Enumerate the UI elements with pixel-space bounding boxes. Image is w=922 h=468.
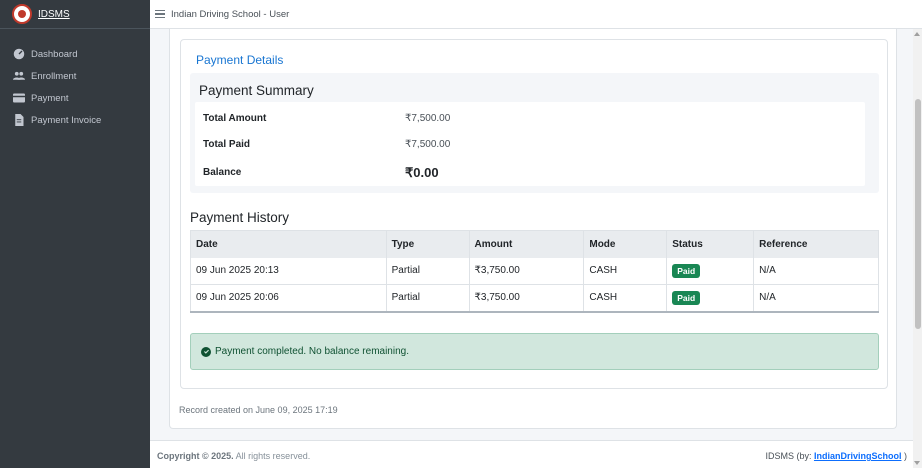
payment-history-table: Date Type Amount Mode Status Reference 0… (190, 230, 879, 313)
sidebar-item-label: Dashboard (31, 48, 78, 60)
sidebar-item-label: Enrollment (31, 70, 77, 82)
copyright: Copyright © 2025. All rights reserved. (157, 451, 310, 461)
cell-mode: CASH (583, 257, 668, 285)
main-card: Payment Details Payment Summary Total Am… (169, 29, 897, 429)
cell-type: Partial (386, 284, 470, 313)
summary-row-total-paid: Total Paid ₹7,500.00 (195, 131, 865, 157)
sidebar-nav: Dashboard Enrollment Payment Payment Inv… (0, 43, 150, 131)
column-header: Reference (753, 230, 879, 258)
alert-text: Payment completed. No balance remaining. (215, 346, 409, 357)
column-header: Type (386, 230, 470, 258)
summary-label: Balance (203, 167, 242, 178)
table-header-row: Date Type Amount Mode Status Reference (190, 230, 879, 258)
sidebar-item-payment[interactable]: Payment (0, 87, 150, 109)
summary-value: ₹7,500.00 (405, 139, 451, 150)
summary-title: Payment Summary (199, 83, 314, 98)
credit-link[interactable]: IndianDrivingSchool (814, 451, 902, 461)
credit-prefix: IDSMS (by: (765, 451, 812, 461)
payment-details-link[interactable]: Payment Details (196, 53, 283, 67)
summary-row-total-amount: Total Amount ₹7,500.00 (195, 105, 865, 131)
scroll-up-icon[interactable] (914, 32, 920, 36)
cell-status: Paid (666, 257, 755, 285)
scroll-down-icon[interactable] (914, 461, 920, 465)
status-badge: Paid (672, 290, 701, 305)
brand-name[interactable]: IDSMS (38, 9, 70, 20)
summary-label: Total Paid (203, 139, 251, 150)
footer-credit: IDSMS (by: IndianDrivingSchool ) (765, 451, 907, 461)
dashboard-icon (13, 48, 25, 60)
cell-date: 09 Jun 2025 20:13 (190, 257, 387, 285)
summary-value: ₹7,500.00 (405, 113, 451, 124)
cell-date: 09 Jun 2025 20:06 (190, 284, 387, 313)
column-header: Date (190, 230, 387, 258)
sidebar-item-enrollment[interactable]: Enrollment (0, 65, 150, 87)
sidebar-item-payment-invoice[interactable]: Payment Invoice (0, 109, 150, 131)
copyright-bold: Copyright © 2025. (157, 451, 234, 461)
cell-reference: N/A (753, 257, 879, 285)
brand[interactable]: IDSMS (0, 0, 150, 29)
column-header: Status (666, 230, 755, 258)
sidebar-item-label: Payment (31, 92, 69, 104)
cell-status: Paid (666, 284, 755, 313)
credit-suffix: ) (904, 451, 907, 461)
credit-card-icon (13, 93, 25, 103)
check-circle-icon (201, 346, 211, 357)
summary-table: Total Amount ₹7,500.00 Total Paid ₹7,500… (195, 102, 865, 186)
scroll-thumb[interactable] (914, 99, 921, 329)
table-row: 09 Jun 2025 20:13 Partial ₹3,750.00 CASH… (190, 257, 879, 285)
page-title: Indian Driving School - User (171, 8, 290, 20)
copyright-rest: All rights reserved. (235, 451, 311, 461)
brand-logo-icon (12, 4, 32, 24)
summary-row-balance: Balance ₹0.00 (195, 158, 865, 184)
invoice-icon (15, 114, 24, 126)
cell-type: Partial (386, 257, 470, 285)
cell-mode: CASH (583, 284, 668, 313)
footer: Copyright © 2025. All rights reserved. I… (150, 440, 913, 468)
status-badge: Paid (672, 263, 701, 278)
payment-details-card: Payment Details Payment Summary Total Am… (180, 39, 888, 389)
summary-label: Total Amount (203, 113, 267, 124)
topbar: Indian Driving School - User (150, 0, 922, 29)
sidebar-item-dashboard[interactable]: Dashboard (0, 43, 150, 65)
sidebar-item-label: Payment Invoice (31, 114, 102, 126)
sidebar: IDSMS Dashboard Enrollment Payment Payme… (0, 0, 150, 468)
cell-amount: ₹3,750.00 (469, 284, 585, 313)
table-row: 09 Jun 2025 20:06 Partial ₹3,750.00 CASH… (190, 284, 879, 313)
cell-amount: ₹3,750.00 (469, 257, 585, 285)
menu-toggle-icon[interactable] (155, 9, 165, 19)
page-scrollbar[interactable] (913, 29, 922, 468)
payment-summary: Payment Summary Total Amount ₹7,500.00 T… (190, 73, 879, 193)
users-icon (13, 71, 25, 80)
history-title: Payment History (190, 210, 290, 225)
column-header: Mode (583, 230, 668, 258)
payment-complete-alert: Payment completed. No balance remaining. (190, 333, 879, 370)
balance-value: ₹0.00 (405, 165, 439, 180)
record-created-text: Record created on June 09, 2025 17:19 (179, 405, 338, 415)
cell-reference: N/A (753, 284, 879, 313)
column-header: Amount (469, 230, 585, 258)
